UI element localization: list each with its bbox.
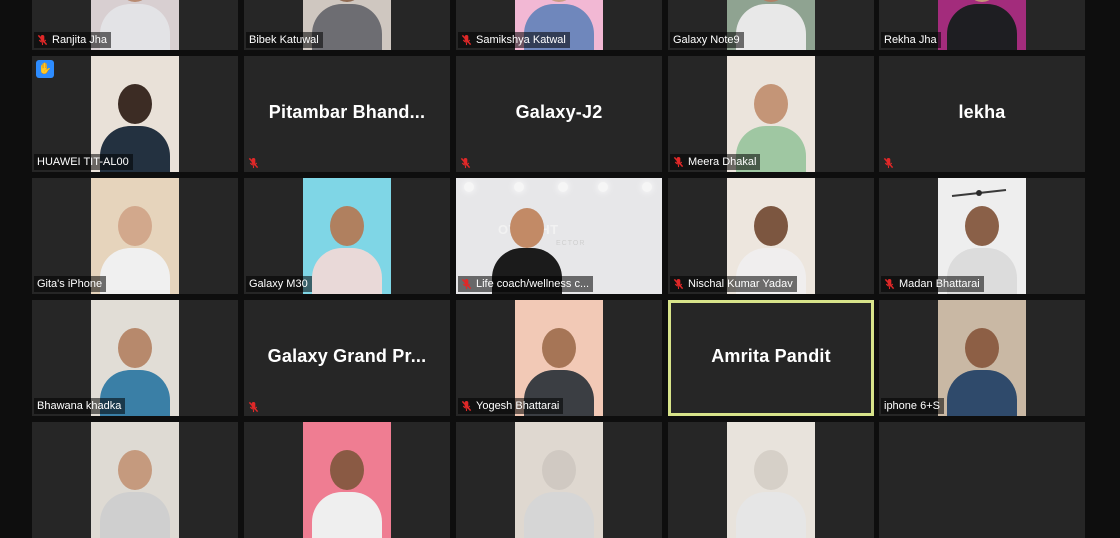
muted-microphone-icon xyxy=(673,278,684,290)
participant-name-label: Ranjita Jha xyxy=(34,32,112,48)
participant-tile[interactable]: Gita's iPhone xyxy=(32,178,238,294)
gallery-view-grid: Ranjita Jha Bibek Katuwal Samikshya Katwal… xyxy=(0,0,1120,538)
participant-tile[interactable] xyxy=(244,422,450,538)
participant-name-display: Amrita Pandit xyxy=(711,346,831,366)
participant-name-display: lekha xyxy=(958,102,1006,122)
participant-tile[interactable]: Meera Dhakal xyxy=(668,56,874,172)
participant-tile[interactable]: Pitambar Bhand... xyxy=(244,56,450,172)
participant-name: iphone 6+S xyxy=(884,400,940,412)
participant-name-label: Galaxy Note9 xyxy=(670,32,744,48)
participant-name: Gita's iPhone xyxy=(37,278,103,290)
participant-name: Samikshya Katwal xyxy=(476,34,566,46)
participant-tile[interactable]: ✋ HUAWEI TIT-AL00 xyxy=(32,56,238,172)
participant-tile[interactable]: iphone 6+S xyxy=(879,300,1085,416)
participant-tile[interactable]: Bhawana khadka xyxy=(32,300,238,416)
participant-name-label: Nischal Kumar Yadav xyxy=(670,276,797,292)
participant-name-label: Bhawana khadka xyxy=(34,398,126,414)
participant-tile[interactable]: Ranjita Jha xyxy=(32,0,238,50)
participant-tile[interactable]: Yogesh Bhattarai xyxy=(456,300,662,416)
participant-video xyxy=(938,300,1026,416)
participant-tile[interactable]: Galaxy Grand Pr... xyxy=(244,300,450,416)
participant-name: Madan Bhattarai xyxy=(899,278,980,290)
participant-name: Yogesh Bhattarai xyxy=(476,400,560,412)
participant-tile[interactable]: Rekha Jha xyxy=(879,0,1085,50)
participant-name-label: Meera Dhakal xyxy=(670,154,761,170)
participant-name-display: Pitambar Bhand... xyxy=(268,102,426,122)
participant-name: Meera Dhakal xyxy=(688,156,757,168)
participant-tile[interactable]: Samikshya Katwal xyxy=(456,0,662,50)
muted-microphone-icon xyxy=(884,278,895,290)
participant-tile[interactable]: Bibek Katuwal xyxy=(244,0,450,50)
muted-microphone-icon xyxy=(248,156,259,169)
muted-microphone-icon xyxy=(37,34,48,46)
participant-tile[interactable]: Galaxy M30 xyxy=(244,178,450,294)
muted-microphone-icon xyxy=(883,156,894,169)
participant-video xyxy=(938,0,1026,50)
participant-tile[interactable]: Amrita Pandit xyxy=(668,300,874,416)
participant-name-label: Bibek Katuwal xyxy=(246,32,323,48)
muted-microphone-icon xyxy=(673,156,684,168)
participant-video xyxy=(91,422,179,538)
participant-tile[interactable]: Galaxy Note9 xyxy=(668,0,874,50)
participant-name-label: Samikshya Katwal xyxy=(458,32,570,48)
participant-name-display: Galaxy Grand Pr... xyxy=(267,346,427,366)
muted-microphone-icon xyxy=(461,400,472,412)
participant-name-label: HUAWEI TIT-AL00 xyxy=(34,154,133,170)
participant-name-label: Gita's iPhone xyxy=(34,276,107,292)
participant-name: Nischal Kumar Yadav xyxy=(688,278,793,290)
participant-name-label: Madan Bhattarai xyxy=(881,276,984,292)
participant-name: Rekha Jha xyxy=(884,34,937,46)
participant-name-label: iphone 6+S xyxy=(881,398,944,414)
participant-name: HUAWEI TIT-AL00 xyxy=(37,156,129,168)
participant-name: Ranjita Jha xyxy=(52,34,108,46)
participant-name-label: Galaxy M30 xyxy=(246,276,312,292)
participant-name: Bibek Katuwal xyxy=(249,34,319,46)
participant-video xyxy=(727,422,815,538)
participant-tile[interactable]: OTLIGHTECTORLife coach/wellness c... xyxy=(456,178,662,294)
participant-tile[interactable] xyxy=(879,422,1085,538)
participant-video xyxy=(515,422,603,538)
participant-name-label: Rekha Jha xyxy=(881,32,941,48)
participant-tile[interactable] xyxy=(456,422,662,538)
participant-name: Galaxy Note9 xyxy=(673,34,740,46)
raised-hand-icon: ✋ xyxy=(36,60,54,78)
participant-name-label: Life coach/wellness c... xyxy=(458,276,594,292)
participant-name-display: Galaxy-J2 xyxy=(515,102,603,122)
participant-video xyxy=(303,178,391,294)
participant-video xyxy=(303,422,391,538)
participant-tile[interactable]: Nischal Kumar Yadav xyxy=(668,178,874,294)
background-sign-subtext: ECTOR xyxy=(556,240,586,247)
participant-tile[interactable]: Madan Bhattarai xyxy=(879,178,1085,294)
muted-microphone-icon xyxy=(460,156,471,169)
participant-tile[interactable] xyxy=(668,422,874,538)
participant-tile[interactable]: lekha xyxy=(879,56,1085,172)
muted-microphone-icon xyxy=(461,278,472,290)
participant-tile[interactable] xyxy=(32,422,238,538)
participant-name: Bhawana khadka xyxy=(37,400,122,412)
participant-name-label: Yogesh Bhattarai xyxy=(458,398,564,414)
participant-name: Life coach/wellness c... xyxy=(476,278,590,290)
participant-name: Galaxy M30 xyxy=(249,278,308,290)
muted-microphone-icon xyxy=(248,400,259,413)
participant-tile[interactable]: Galaxy-J2 xyxy=(456,56,662,172)
muted-microphone-icon xyxy=(461,34,472,46)
